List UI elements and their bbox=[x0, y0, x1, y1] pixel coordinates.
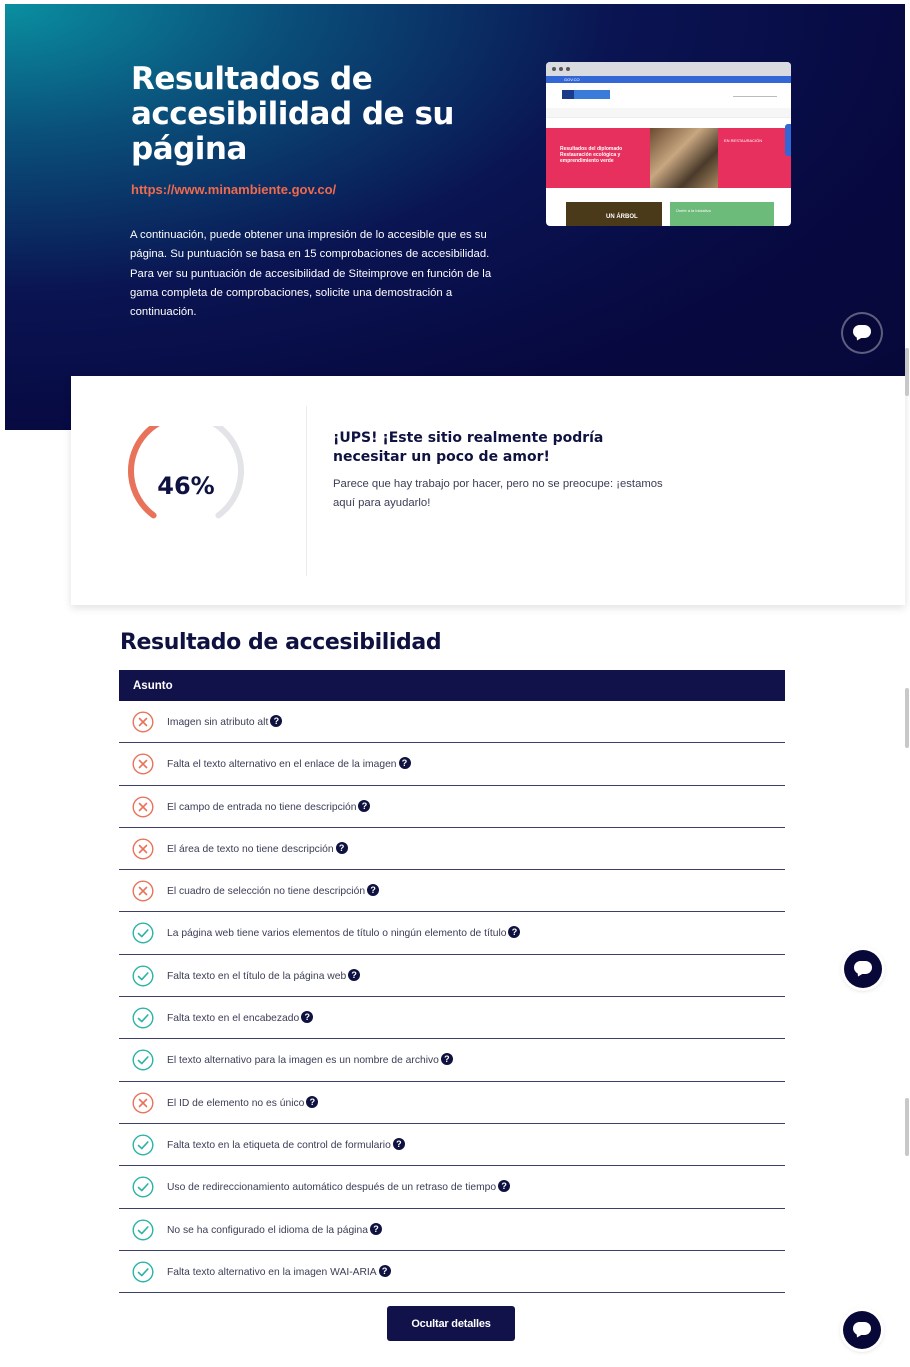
table-row: Imagen sin atributo alt? bbox=[119, 701, 785, 744]
result-item-label: El cuadro de selección no tiene descripc… bbox=[167, 884, 380, 897]
chat-button[interactable] bbox=[844, 950, 882, 988]
browser-bar bbox=[546, 62, 791, 76]
result-item-label: El texto alternativo para la imagen es u… bbox=[167, 1053, 453, 1066]
gauge-track bbox=[128, 426, 244, 519]
hero-banner: Resultados de accesibilidad de su página… bbox=[5, 4, 905, 430]
table-row: El texto alternativo para la imagen es u… bbox=[119, 1039, 785, 1082]
preview-topbar: GOV.CO bbox=[546, 76, 791, 83]
check-circle-icon bbox=[132, 1176, 154, 1198]
question-icon[interactable]: ? bbox=[306, 1095, 319, 1108]
results-title: Resultado de accesibilidad bbox=[120, 630, 442, 655]
preview-hero-image bbox=[650, 128, 718, 188]
table-row: Falta texto en el encabezado? bbox=[119, 997, 785, 1040]
result-item-label: Falta texto en el título de la página we… bbox=[167, 968, 361, 982]
result-item-label: El campo de entrada no tiene descripción… bbox=[167, 799, 371, 813]
table-row: El área de texto no tiene descripción? bbox=[119, 828, 785, 871]
preview-hero-text: Resultados del diplomado Restauración ec… bbox=[560, 146, 623, 164]
result-item-label: Uso de redireccionamiento automático des… bbox=[167, 1180, 511, 1193]
score-message: Parece que hay trabajo por hacer, pero n… bbox=[333, 478, 663, 509]
preview-hero-right-text: EN RESTAURACIÓN bbox=[724, 138, 763, 143]
check-circle-icon bbox=[132, 965, 154, 987]
x-circle-icon bbox=[132, 796, 154, 818]
table-row: Uso de redireccionamiento automático des… bbox=[119, 1166, 785, 1209]
table-row: Falta texto en la etiqueta de control de… bbox=[119, 1124, 785, 1167]
site-preview-thumbnail: GOV.CO Resultados del diplomado Restaura… bbox=[546, 62, 791, 226]
result-item-label: Falta texto alternativo en la imagen WAI… bbox=[167, 1264, 391, 1278]
question-icon[interactable]: ? bbox=[270, 715, 283, 727]
x-circle-icon bbox=[132, 880, 154, 902]
result-item-label: Imagen sin atributo alt? bbox=[167, 715, 283, 728]
x-circle-icon bbox=[132, 711, 154, 733]
question-icon[interactable]: ? bbox=[508, 926, 521, 939]
hide-details-button[interactable]: Ocultar detalles bbox=[387, 1306, 515, 1341]
scrollbar-thumb[interactable] bbox=[905, 348, 909, 396]
gauge-progress bbox=[128, 426, 244, 519]
check-circle-icon bbox=[132, 1007, 154, 1029]
preview-side-toolbar bbox=[785, 124, 791, 156]
question-icon[interactable]: ? bbox=[358, 799, 371, 812]
result-item-label: No se ha configurado el idioma de la pág… bbox=[167, 1222, 382, 1236]
card-divider bbox=[306, 406, 307, 576]
chat-bubble-icon bbox=[854, 961, 872, 977]
preview-tile-left: UN ÁRBOL bbox=[566, 202, 662, 226]
table-row: El ID de elemento no es único? bbox=[119, 1082, 785, 1124]
preview-menu bbox=[546, 108, 791, 118]
question-icon[interactable]: ? bbox=[440, 1053, 453, 1066]
result-item-label: El área de texto no tiene descripción? bbox=[167, 841, 348, 855]
question-icon[interactable]: ? bbox=[369, 1222, 382, 1235]
chat-button[interactable] bbox=[843, 314, 881, 352]
x-circle-icon bbox=[132, 838, 154, 860]
result-item-label: Falta texto en el encabezado? bbox=[167, 1011, 314, 1024]
check-circle-icon bbox=[132, 1049, 154, 1071]
score-headline: ¡UPS! ¡Este sitio realmente podría neces… bbox=[333, 430, 604, 465]
page-title: Resultados de accesibilidad de su página bbox=[131, 61, 454, 167]
question-icon[interactable]: ? bbox=[335, 841, 348, 854]
question-icon[interactable]: ? bbox=[367, 884, 380, 897]
check-circle-icon bbox=[132, 922, 154, 944]
question-icon[interactable]: ? bbox=[498, 1180, 511, 1193]
question-icon[interactable]: ? bbox=[398, 757, 411, 770]
question-icon[interactable]: ? bbox=[392, 1137, 405, 1150]
chat-bubble-icon bbox=[853, 1322, 871, 1338]
check-circle-icon bbox=[132, 1261, 154, 1283]
score-value: 46% bbox=[157, 472, 215, 500]
result-item-label: Falta el texto alternativo en el enlace … bbox=[167, 757, 411, 770]
question-icon[interactable]: ? bbox=[301, 1011, 314, 1024]
table-row: No se ha configurado el idioma de la pág… bbox=[119, 1209, 785, 1251]
x-circle-icon bbox=[132, 753, 154, 775]
preview-logo bbox=[562, 90, 610, 99]
chat-bubble-icon bbox=[853, 325, 871, 341]
check-circle-icon bbox=[132, 1134, 154, 1156]
scrollbar-thumb[interactable] bbox=[905, 688, 909, 748]
check-circle-icon bbox=[132, 1219, 154, 1241]
question-icon[interactable]: ? bbox=[348, 968, 361, 981]
table-row: El campo de entrada no tiene descripción… bbox=[119, 786, 785, 828]
score-card: 46% ¡UPS! ¡Este sitio realmente podría n… bbox=[71, 376, 905, 605]
scrollbar-thumb[interactable] bbox=[905, 1098, 909, 1156]
x-circle-icon bbox=[132, 1092, 154, 1114]
results-table: Imagen sin atributo alt? Falta el texto a… bbox=[119, 701, 785, 1294]
table-row: Falta texto alternativo en la imagen WAI… bbox=[119, 1251, 785, 1294]
table-row: Falta el texto alternativo en el enlace … bbox=[119, 743, 785, 786]
table-header: Asunto bbox=[119, 670, 785, 701]
result-item-label: La página web tiene varios elementos de … bbox=[167, 926, 521, 939]
tested-url-link[interactable]: https://www.minambiente.gov.co/ bbox=[131, 182, 336, 197]
question-icon[interactable]: ? bbox=[378, 1264, 391, 1277]
table-row: Falta texto en el título de la página we… bbox=[119, 955, 785, 998]
preview-header bbox=[546, 83, 791, 108]
table-row: La página web tiene varios elementos de … bbox=[119, 912, 785, 955]
table-row: El cuadro de selección no tiene descripc… bbox=[119, 870, 785, 913]
chat-button[interactable] bbox=[843, 1311, 881, 1349]
preview-search bbox=[733, 91, 777, 97]
hero-description: A continuación, puede obtener una impres… bbox=[130, 229, 492, 319]
preview-tile-right: Únete a la iniciativa bbox=[670, 202, 774, 226]
preview-hero: Resultados del diplomado Restauración ec… bbox=[546, 128, 791, 188]
result-item-label: El ID de elemento no es único? bbox=[167, 1095, 319, 1109]
result-item-label: Falta texto en la etiqueta de control de… bbox=[167, 1137, 405, 1151]
